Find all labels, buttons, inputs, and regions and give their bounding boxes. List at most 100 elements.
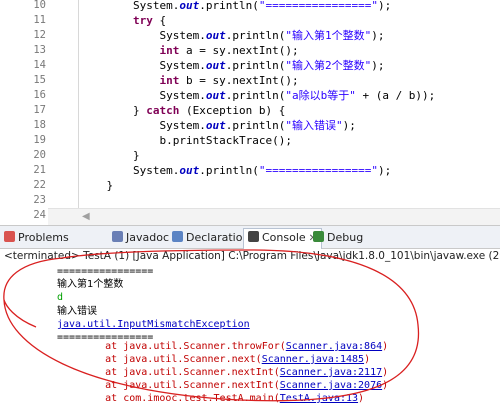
code-token: ); (371, 59, 385, 72)
code-token: { (152, 14, 167, 27)
view-tab-bar: Problems Javadoc DeclarationConsole✕ Debug (0, 226, 500, 249)
field-token: out (205, 119, 226, 132)
code-token: + (a / b)); (355, 89, 436, 102)
code-line[interactable]: 18 System.out.println("输入错误"); (0, 118, 500, 133)
code-text: System.out.println("================"); (80, 163, 391, 178)
code-line[interactable]: 21 System.out.println("================"… (0, 163, 500, 178)
code-line[interactable]: 15 int b = sy.nextInt(); (0, 73, 500, 88)
code-text: try { (80, 13, 166, 28)
code-text: System.out.println("输入错误"); (80, 118, 355, 133)
code-text: int a = sy.nextInt(); (80, 43, 299, 58)
stacktrace-link[interactable]: Scanner.java:1485 (262, 354, 364, 365)
code-token: System. (132, 164, 180, 177)
code-token: System. (159, 59, 206, 72)
code-line[interactable]: 22 } (0, 178, 500, 193)
code-token: } (106, 179, 114, 192)
console-text: ) (358, 393, 365, 404)
string-token: "输入错误" (285, 119, 343, 132)
console-text: ) (382, 341, 389, 352)
console-text: d (57, 292, 64, 303)
console-text: ) (382, 367, 389, 378)
tab-console[interactable]: Console✕ (243, 228, 323, 249)
code-token: .println( (225, 59, 286, 72)
line-number: 21 (33, 164, 46, 176)
code-token: ); (378, 0, 392, 12)
stacktrace-link[interactable]: java.util.InputMismatchException (57, 319, 250, 330)
code-line[interactable]: 11 try { (0, 13, 500, 28)
tab-javadoc[interactable]: Javadoc (112, 229, 169, 246)
line-number: 17 (33, 104, 46, 116)
string-token: "输入第1个整数" (285, 29, 372, 42)
problems-icon (4, 231, 15, 242)
line-number: 16 (33, 89, 46, 101)
code-line[interactable]: 16 System.out.println("a除以b等于" + (a / b)… (0, 88, 500, 103)
code-text: System.out.println("a除以b等于" + (a / b)); (80, 88, 435, 103)
stacktrace-link[interactable]: Scanner.java:2117 (280, 367, 382, 378)
console-line: java.util.InputMismatchException (57, 318, 250, 331)
console-line: 输入错误 (57, 305, 97, 318)
console-line: 输入第1个整数 (57, 278, 123, 291)
code-token: b = sy.nextInt(); (179, 74, 299, 87)
tab-declaration[interactable]: Declaration (172, 229, 249, 246)
code-line[interactable]: 13 int a = sy.nextInt(); (0, 43, 500, 58)
code-token: System. (159, 119, 206, 132)
stacktrace-link[interactable]: Scanner.java:2076 (280, 380, 382, 391)
tab-problems[interactable]: Problems (4, 229, 69, 246)
code-token: a = sy.nextInt(); (179, 44, 299, 57)
scroll-left-icon[interactable]: ◀ (82, 211, 90, 222)
console-line: at java.util.Scanner.nextInt(Scanner.jav… (57, 366, 388, 379)
string-token: "a除以b等于" (285, 89, 356, 102)
code-text: System.out.println("================"); (80, 0, 391, 13)
console-text: at com.imooc.test.TestA.main( (57, 393, 280, 404)
line-number: 24 (33, 209, 46, 221)
tab-label: Debug (327, 231, 364, 244)
code-line[interactable]: 20 } (0, 148, 500, 163)
code-line[interactable]: 17 } catch (Exception b) { (0, 103, 500, 118)
code-token: } (132, 104, 147, 117)
console-text: at java.util.Scanner.throwFor( (57, 341, 286, 352)
code-line[interactable]: 12 System.out.println("输入第1个整数"); (0, 28, 500, 43)
tab-label: Javadoc (126, 231, 169, 244)
console-text: 输入第1个整数 (57, 279, 124, 290)
stacktrace-link[interactable]: Scanner.java:864 (286, 341, 382, 352)
declaration-icon (172, 231, 183, 242)
code-text: System.out.println("输入第2个整数"); (80, 58, 384, 73)
field-token: out (205, 89, 226, 102)
code-text: System.out.println("输入第1个整数"); (80, 28, 384, 43)
code-editor[interactable]: 10 System.out.println("================"… (0, 0, 500, 225)
string-token: "================" (258, 164, 379, 177)
line-number: 15 (33, 74, 46, 86)
console-text: at java.util.Scanner.nextInt( (57, 380, 280, 391)
line-number: 11 (33, 14, 46, 26)
at-icon (112, 231, 123, 242)
code-token: System. (159, 29, 206, 42)
code-line[interactable]: 19 b.printStackTrace(); (0, 133, 500, 148)
code-text: } catch (Exception b) { (80, 103, 285, 118)
console-text: at java.util.Scanner.nextInt( (57, 367, 280, 378)
keyword-token: int (159, 74, 180, 87)
line-number: 23 (33, 194, 46, 206)
code-token: ); (378, 164, 392, 177)
editor-horizontal-scrollbar[interactable]: ◀ (48, 208, 500, 225)
string-token: "输入第2个整数" (285, 59, 372, 72)
console-status-line: <terminated> TestA (1) [Java Application… (4, 250, 500, 262)
tab-debug[interactable]: Debug (313, 229, 363, 246)
line-number: 10 (33, 0, 46, 11)
line-number: 22 (33, 179, 46, 191)
code-line[interactable]: 14 System.out.println("输入第2个整数"); (0, 58, 500, 73)
code-text: } (80, 178, 114, 193)
console-text: ) (382, 380, 389, 391)
bottom-views-panel: ProblemsJavadocDeclarationConsole✕Debug … (0, 225, 500, 409)
code-line[interactable]: 23 (0, 193, 500, 208)
code-token: .println( (199, 164, 259, 177)
code-text: } (80, 148, 140, 163)
line-number: 12 (33, 29, 46, 41)
console-text: at java.util.Scanner.next( (57, 354, 262, 365)
code-line[interactable]: 10 System.out.println("================"… (0, 0, 500, 13)
console-text: ) (364, 354, 371, 365)
keyword-token: int (159, 44, 180, 57)
field-token: out (179, 164, 200, 177)
stacktrace-link[interactable]: TestA.java:13 (280, 393, 358, 404)
console-line: at com.imooc.test.TestA.main(TestA.java:… (57, 392, 364, 405)
console-line: at java.util.Scanner.nextInt(Scanner.jav… (57, 379, 388, 392)
